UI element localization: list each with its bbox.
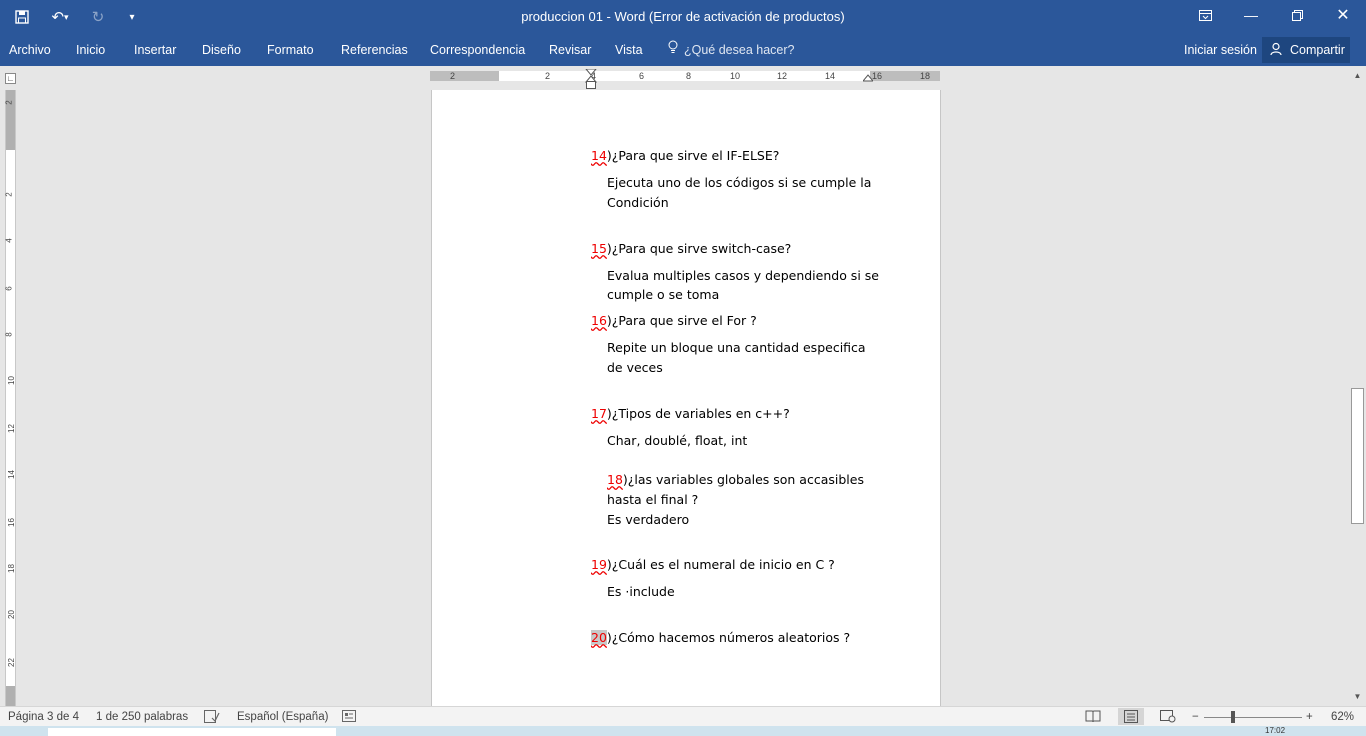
hruler-tick: 18 [920,71,931,81]
vruler-tick: 12 [6,424,16,433]
answer-16-line2: de veces [607,360,663,375]
hruler-tick: 10 [730,71,741,81]
quick-access-toolbar: ↶ ▾ ↻ ▾ [8,0,146,34]
read-mode-icon[interactable] [1085,710,1101,727]
vruler-tick: 10 [6,376,16,385]
answer-17-line1: Char, doublé, float, int [607,433,748,448]
question-20: 20)¿Cómo hacemos números aleatorios ? [591,630,851,645]
page-count[interactable]: Página 3 de 4 [8,710,79,724]
answer-18-line1: Es verdadero [607,512,690,527]
tab-formato[interactable]: Formato [267,40,314,60]
answer-19-line1: Es ·include [607,584,675,599]
answer-14-line1: Ejecuta uno de los códigos si se cumple … [607,175,872,190]
close-icon[interactable]: ✕ [1320,0,1366,30]
vruler-tick: 20 [6,610,16,619]
vertical-scrollbar[interactable]: ▲ ▼ [1349,66,1366,706]
vruler-tick: 4 [4,238,14,243]
tab-vista[interactable]: Vista [615,40,643,60]
hruler-tick: 8 [686,71,692,81]
right-indent-marker[interactable] [863,74,873,82]
question-16: 16)¿Para que sirve el For ? [591,313,757,328]
zoom-slider[interactable] [1204,717,1302,718]
proofing-icon[interactable] [204,710,220,727]
zoom-slider-thumb[interactable] [1231,711,1235,723]
vertical-ruler[interactable]: 2 2 4 6 8 10 12 14 16 18 20 22 [5,90,16,706]
scroll-down-icon[interactable]: ▼ [1351,690,1364,703]
restore-icon[interactable] [1274,0,1320,30]
vruler-tick: 16 [6,518,16,527]
taskbar-search-box[interactable] [48,728,336,736]
horizontal-ruler[interactable]: 2 2 4 6 8 10 12 14 16 18 [430,69,940,83]
tab-diseno[interactable]: Diseño [202,40,241,60]
tab-inicio[interactable]: Inicio [76,40,105,60]
hruler-tick: 14 [825,71,836,81]
language[interactable]: Español (España) [237,710,328,724]
vruler-tick: 6 [4,286,14,291]
macro-record-icon[interactable] [342,710,356,726]
status-bar: Página 3 de 4 1 de 250 palabras Español … [0,706,1366,726]
print-layout-icon[interactable] [1118,708,1144,725]
vruler-tick: 2 [4,100,14,105]
vruler-tick: 8 [4,332,14,337]
taskbar: 17:02 [0,726,1366,736]
tab-revisar[interactable]: Revisar [549,40,591,60]
vruler-tick: 2 [4,192,14,197]
tab-insertar[interactable]: Insertar [134,40,176,60]
hruler-tick: 2 [450,71,456,81]
question-18-line2: hasta el final ? [607,492,699,507]
ribbon-display-options-icon[interactable] [1182,0,1228,30]
person-icon [1270,42,1284,59]
vruler-tick: 22 [6,658,16,667]
tell-me-box[interactable]: ¿Qué desea hacer? [668,40,795,60]
hruler-tick: 12 [777,71,788,81]
hruler-tick: 6 [639,71,645,81]
question-17: 17)¿Tipos de variables en c++? [591,406,790,421]
question-18: 18)¿las variables globales son accasible… [607,472,864,487]
answer-16-line1: Repite un bloque una cantidad especifica [607,340,866,355]
question-15: 15)¿Para que sirve switch-case? [591,241,792,256]
undo-icon[interactable]: ↶ ▾ [42,3,78,31]
document-page[interactable]: 14)¿Para que sirve el IF-ELSE? Ejecuta u… [431,90,941,706]
sign-in-link[interactable]: Iniciar sesión [1184,40,1257,60]
answer-15-line1: Evalua multiples casos y dependiendo si … [607,268,879,283]
question-14: 14)¿Para que sirve el IF-ELSE? [591,148,780,163]
lightbulb-icon [668,40,678,60]
zoom-out-button[interactable]: − [1192,710,1199,724]
customize-qat-icon[interactable]: ▾ [118,3,146,31]
answer-15-line2: cumple o se toma [607,287,720,302]
taskbar-clock: 17:02 [1265,726,1286,735]
vertical-ruler-area: ∟ 2 2 4 6 8 10 12 14 16 18 20 22 [0,66,20,706]
hruler-tick: 2 [545,71,551,81]
share-button[interactable]: Compartir [1262,37,1350,63]
ribbon-tabs: Archivo Inicio Insertar Diseño Formato R… [0,34,1366,66]
tab-correspondencia[interactable]: Correspondencia [430,40,525,60]
web-layout-icon[interactable] [1160,710,1176,727]
scroll-up-icon[interactable]: ▲ [1351,69,1364,82]
vruler-tick: 14 [6,470,16,479]
redo-icon[interactable]: ↻ [84,3,112,31]
zoom-level[interactable]: 62% [1331,710,1354,724]
window-title: produccion 01 - Word (Error de activació… [521,9,845,24]
scroll-thumb[interactable] [1351,388,1364,524]
title-bar: ↶ ▾ ↻ ▾ produccion 01 - Word (Error de a… [0,0,1366,34]
tab-archivo[interactable]: Archivo [9,40,51,60]
minimize-icon[interactable]: — [1228,0,1274,30]
word-count[interactable]: 1 de 250 palabras [96,710,188,724]
question-19: 19)¿Cuál es el numeral de inicio en C ? [591,557,835,572]
vruler-tick: 18 [6,564,16,573]
tab-referencias[interactable]: Referencias [341,40,408,60]
answer-14-line2: Condición [607,195,669,210]
share-label: Compartir [1290,43,1345,57]
tell-me-label: ¿Qué desea hacer? [684,43,795,57]
save-icon[interactable] [8,3,36,31]
left-indent-marker[interactable] [586,81,596,89]
hruler-tick: 16 [872,71,883,81]
tab-selector-icon[interactable]: ∟ [5,73,16,84]
zoom-in-button[interactable]: + [1306,710,1313,724]
